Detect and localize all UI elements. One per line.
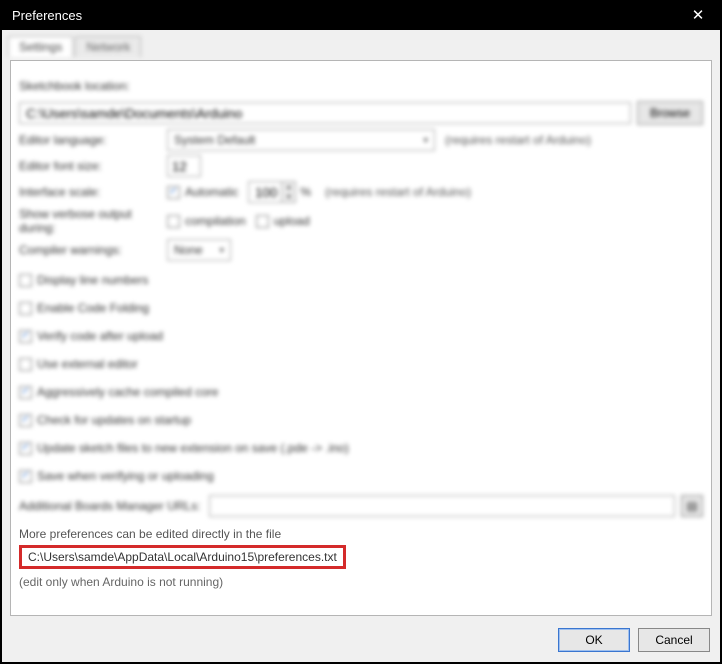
chk-verify-upload[interactable]: ✓Verify code after upload: [19, 329, 163, 343]
chk-update-ext[interactable]: ✓Update sketch files to new extension on…: [19, 441, 349, 455]
checkbox-icon: ✓: [167, 186, 180, 199]
chk-save-verify[interactable]: ✓Save when verifying or uploading: [19, 469, 214, 483]
scale-spinner[interactable]: ▲▼: [248, 181, 296, 203]
scale-percent: %: [300, 185, 311, 199]
compiler-warnings-select[interactable]: None ▾: [167, 239, 231, 261]
preferences-file-path[interactable]: C:\Users\samde\AppData\Local\Arduino15\p…: [19, 545, 346, 569]
chk-check-updates[interactable]: ✓Check for updates on startup: [19, 413, 191, 427]
open-urls-dialog-icon[interactable]: ▤: [681, 495, 703, 517]
boards-url-label: Additional Boards Manager URLs:: [19, 499, 209, 513]
scale-value-input[interactable]: [248, 181, 282, 203]
scale-automatic-checkbox[interactable]: ✓ Automatic: [167, 185, 238, 199]
verbose-label: Show verbose output during:: [19, 207, 167, 235]
chk-external-editor[interactable]: Use external editor: [19, 357, 138, 371]
chevron-down-icon: ▾: [219, 245, 224, 256]
chevron-down-icon: ▾: [423, 135, 428, 146]
cancel-button[interactable]: Cancel: [638, 628, 710, 652]
window-title: Preferences: [12, 8, 82, 23]
chk-code-folding[interactable]: Enable Code Folding: [19, 301, 149, 315]
verbose-compile-checkbox[interactable]: compilation: [167, 214, 246, 228]
checkbox-icon: [19, 358, 32, 371]
editor-language-value: System Default: [174, 133, 255, 147]
checkbox-icon: [256, 215, 269, 228]
compiler-warnings-label: Compiler warnings:: [19, 243, 167, 257]
edit-note: (edit only when Arduino is not running): [19, 575, 703, 589]
settings-panel: Sketchbook location: Browse Editor langu…: [10, 60, 712, 616]
dialog-footer: OK Cancel: [558, 628, 710, 652]
tabstrip: Settings Network: [2, 30, 720, 56]
language-hint: (requires restart of Arduino): [445, 133, 591, 147]
tab-network[interactable]: Network: [75, 36, 141, 57]
font-size-input[interactable]: [167, 155, 201, 177]
checkbox-icon: [19, 274, 32, 287]
checkbox-icon: ✓: [19, 414, 32, 427]
editor-language-select[interactable]: System Default ▾: [167, 129, 435, 151]
checkbox-icon: ✓: [19, 470, 32, 483]
checkbox-icon: ✓: [19, 442, 32, 455]
titlebar: Preferences ✕: [0, 0, 722, 30]
dialog-client: Settings Network Sketchbook location: Br…: [2, 30, 720, 662]
sketchbook-label: Sketchbook location:: [19, 79, 167, 93]
tab-settings[interactable]: Settings: [8, 36, 73, 57]
boards-url-input[interactable]: [209, 495, 675, 517]
ok-button[interactable]: OK: [558, 628, 630, 652]
scale-hint: (requires restart of Arduino): [325, 185, 471, 199]
chk-line-numbers[interactable]: Display line numbers: [19, 273, 148, 287]
more-prefs-text: More preferences can be edited directly …: [19, 527, 703, 541]
checkbox-icon: ✓: [19, 386, 32, 399]
checkbox-icon: [19, 302, 32, 315]
interface-scale-label: Interface scale:: [19, 185, 167, 199]
editor-language-label: Editor language:: [19, 133, 167, 147]
close-icon[interactable]: ✕: [682, 6, 714, 24]
font-size-label: Editor font size:: [19, 159, 167, 173]
checkbox-icon: ✓: [19, 330, 32, 343]
checkbox-icon: [167, 215, 180, 228]
chk-cache-core[interactable]: ✓Aggressively cache compiled core: [19, 385, 218, 399]
scale-automatic-label: Automatic: [185, 185, 238, 199]
browse-button[interactable]: Browse: [637, 101, 703, 125]
verbose-upload-checkbox[interactable]: upload: [256, 214, 310, 228]
spinner-arrows[interactable]: ▲▼: [282, 181, 296, 203]
sketchbook-input[interactable]: [19, 102, 631, 124]
